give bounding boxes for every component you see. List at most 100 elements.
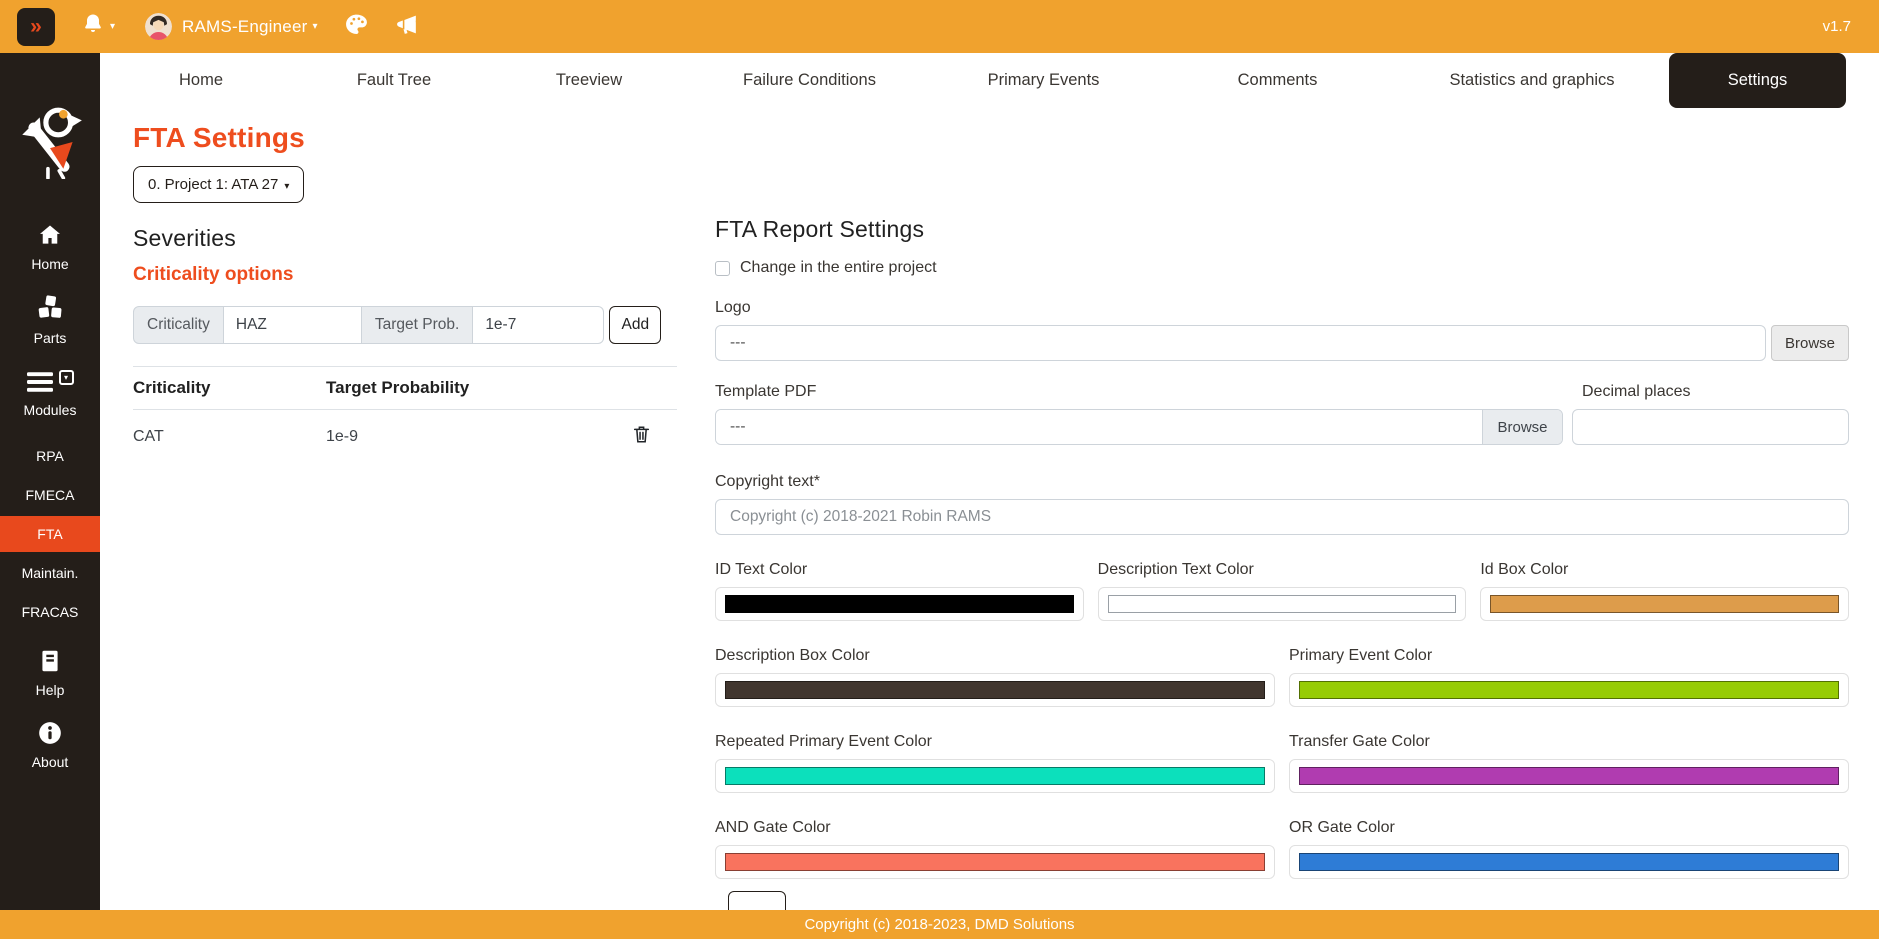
sidebar-item-fta[interactable]: FTA xyxy=(0,516,100,552)
criticality-cell: CAT xyxy=(133,410,326,465)
copyright-text-input[interactable] xyxy=(715,499,1849,535)
modules-dropdown-icon[interactable]: ▾ xyxy=(59,370,74,385)
megaphone-icon xyxy=(395,12,420,42)
target-probability-input[interactable] xyxy=(473,306,604,344)
id-box-color-label: Id Box Color xyxy=(1480,561,1849,579)
criticality-input[interactable] xyxy=(224,306,361,344)
home-icon xyxy=(37,222,63,251)
primary-event-color-picker[interactable] xyxy=(1289,673,1849,707)
or-gate-color-picker[interactable] xyxy=(1289,845,1849,879)
cubes-icon xyxy=(36,294,64,325)
module-tab-bar: Home Fault Tree Treeview Failure Conditi… xyxy=(100,53,1879,108)
criticality-addon-label: Criticality xyxy=(133,306,224,344)
and-gate-color-picker[interactable] xyxy=(715,845,1275,879)
table-row: CAT 1e-9 xyxy=(133,410,677,465)
description-text-color-label: Description Text Color xyxy=(1098,561,1467,579)
sidebar-item-about[interactable]: About xyxy=(0,720,100,770)
tab-fault-tree[interactable]: Fault Tree xyxy=(302,53,486,108)
chevron-down-icon: ▾ xyxy=(110,21,115,32)
sidebar-item-fmeca[interactable]: FMECA xyxy=(0,477,100,513)
sidebar-item-modules[interactable]: ▾ Modules xyxy=(0,370,100,418)
theme-button[interactable] xyxy=(344,12,369,42)
transfer-gate-color-picker[interactable] xyxy=(1289,759,1849,793)
top-bar: » ▾ RAMS-Engineer ▾ xyxy=(0,0,1879,53)
description-box-color-picker[interactable] xyxy=(715,673,1275,707)
color-swatch xyxy=(1490,595,1839,613)
tab-settings[interactable]: Settings xyxy=(1669,53,1846,108)
chevron-down-icon: ▾ xyxy=(312,21,317,32)
footer-copyright: Copyright (c) 2018-2023, DMD Solutions xyxy=(804,916,1074,933)
sidebar-item-home[interactable]: Home xyxy=(0,222,100,272)
report-settings-heading: FTA Report Settings xyxy=(715,216,1849,243)
id-text-color-label: ID Text Color xyxy=(715,561,1084,579)
copyright-text-label: Copyright text* xyxy=(715,473,1849,491)
add-criticality-form: Criticality Target Prob. Add xyxy=(133,306,677,344)
description-box-color-label: Description Box Color xyxy=(715,647,1275,665)
description-text-color-picker[interactable] xyxy=(1098,587,1467,621)
page-title: FTA Settings xyxy=(133,122,677,154)
color-swatch xyxy=(725,595,1074,613)
announcements-button[interactable] xyxy=(395,12,420,42)
criticality-options-heading: Criticality options xyxy=(133,264,677,286)
user-avatar[interactable] xyxy=(145,13,172,40)
color-swatch xyxy=(1108,595,1457,613)
main-content: FTA Settings 0. Project 1: ATA 27▾ Sever… xyxy=(100,108,1879,910)
sidebar-item-maintain[interactable]: Maintain. xyxy=(0,555,100,591)
save-button[interactable] xyxy=(728,891,786,910)
project-selector[interactable]: 0. Project 1: ATA 27▾ xyxy=(133,166,304,203)
tab-treeview[interactable]: Treeview xyxy=(486,53,692,108)
fta-report-settings-panel: FTA Report Settings Change in the entire… xyxy=(715,108,1879,910)
tab-primary-events[interactable]: Primary Events xyxy=(927,53,1160,108)
or-gate-color-label: OR Gate Color xyxy=(1289,819,1849,837)
sidebar-item-help[interactable]: Help xyxy=(0,648,100,698)
robin-rams-logo xyxy=(17,105,83,184)
app-version: v1.7 xyxy=(1823,18,1851,35)
and-gate-color-label: AND Gate Color xyxy=(715,819,1275,837)
bell-icon xyxy=(81,12,105,41)
color-swatch xyxy=(1299,853,1839,871)
id-box-color-picker[interactable] xyxy=(1480,587,1849,621)
color-swatch xyxy=(1299,767,1839,785)
delete-row-button[interactable] xyxy=(633,431,650,448)
sidebar-item-rpa[interactable]: RPA xyxy=(0,438,100,474)
logo-label: Logo xyxy=(715,299,1849,317)
palette-icon xyxy=(344,12,369,42)
chevron-down-icon: ▾ xyxy=(284,181,289,192)
info-icon xyxy=(37,720,63,749)
notifications-button[interactable]: ▾ xyxy=(81,12,115,41)
user-menu[interactable]: RAMS-Engineer xyxy=(182,17,307,37)
change-entire-project-checkbox[interactable] xyxy=(715,261,730,276)
book-icon xyxy=(37,648,63,677)
sidebar-item-parts[interactable]: Parts xyxy=(0,294,100,346)
template-pdf-file-input[interactable] xyxy=(716,410,1482,444)
add-button[interactable]: Add xyxy=(609,306,661,344)
severities-panel: FTA Settings 0. Project 1: ATA 27▾ Sever… xyxy=(100,108,715,910)
tab-home[interactable]: Home xyxy=(100,53,302,108)
color-swatch xyxy=(1299,681,1839,699)
tab-comments[interactable]: Comments xyxy=(1160,53,1395,108)
tab-failure-conditions[interactable]: Failure Conditions xyxy=(692,53,927,108)
tab-statistics-and-graphics[interactable]: Statistics and graphics xyxy=(1395,53,1669,108)
primary-event-color-label: Primary Event Color xyxy=(1289,647,1849,665)
template-pdf-label: Template PDF xyxy=(715,383,1563,401)
menu-bars-icon xyxy=(27,370,53,397)
repeated-primary-event-color-label: Repeated Primary Event Color xyxy=(715,733,1275,751)
sidebar: Home Parts ▾ Modules RPA FMECA FTA Maint… xyxy=(0,53,100,910)
column-header-target-probability: Target Probability xyxy=(326,367,633,410)
severities-table: Criticality Target Probability CAT 1e-9 xyxy=(133,366,677,464)
template-pdf-browse-button[interactable]: Browse xyxy=(1482,410,1562,444)
sidebar-collapse-button[interactable]: » xyxy=(17,8,55,46)
logo-browse-button[interactable]: Browse xyxy=(1771,325,1849,361)
sidebar-item-fracas[interactable]: FRACAS xyxy=(0,594,100,630)
change-entire-project-label: Change in the entire project xyxy=(740,259,937,277)
severities-heading: Severities xyxy=(133,225,677,252)
footer: Copyright (c) 2018-2023, DMD Solutions xyxy=(0,910,1879,939)
logo-file-input[interactable] xyxy=(715,325,1766,361)
color-swatch xyxy=(725,681,1265,699)
color-swatch xyxy=(725,767,1265,785)
decimal-places-input[interactable] xyxy=(1572,409,1849,445)
id-text-color-picker[interactable] xyxy=(715,587,1084,621)
repeated-primary-event-color-picker[interactable] xyxy=(715,759,1275,793)
target-probability-cell: 1e-9 xyxy=(326,410,633,465)
decimal-places-label: Decimal places xyxy=(1582,383,1849,401)
